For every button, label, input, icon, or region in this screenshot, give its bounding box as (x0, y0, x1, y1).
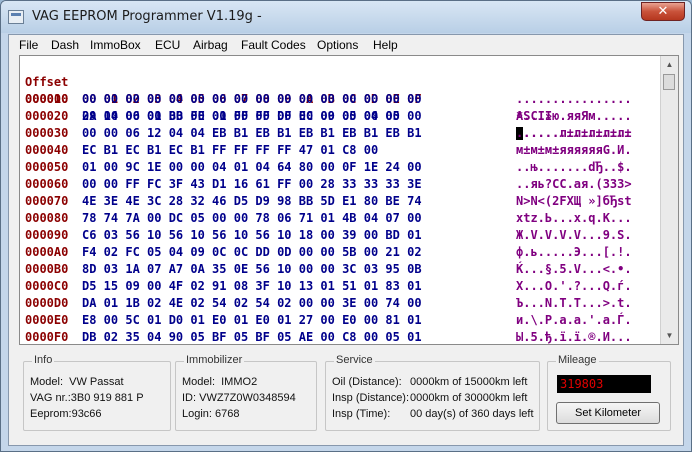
menu-ecu[interactable]: ECU (155, 38, 180, 52)
row-offset: 000020 (25, 109, 69, 123)
row-hex-bytes[interactable]: 78 74 7A 00 DC 05 00 00 78 06 71 01 4B 0… (82, 210, 422, 227)
row-hex-bytes[interactable]: DA 01 1B 02 4E 02 54 02 54 02 00 00 3E 0… (82, 295, 422, 312)
row-offset: 000040 (25, 143, 69, 157)
row-hex-bytes[interactable]: 00 00 FF FC 3F 43 D1 16 61 FF 00 28 33 3… (82, 176, 422, 193)
title-bar[interactable]: VAG EEPROM Programmer V1.19g - ✕ (1, 1, 691, 33)
immo-login: Login: 6768 (182, 408, 240, 420)
row-hex-bytes[interactable]: F4 02 FC 05 04 09 0C 0C DD 0D 00 00 5B 0… (82, 244, 422, 261)
row-ascii[interactable]: м±м±м±яяяяяяG.И. (516, 142, 632, 159)
mileage-display[interactable]: 319803 (557, 375, 651, 393)
row-ascii[interactable]: Ж.V.V.V.V...9.Ѕ. (516, 227, 632, 244)
menu-dash[interactable]: Dash (51, 38, 79, 52)
immobilizer-title: Immobilizer (184, 354, 245, 366)
hex-row[interactable]: 000000 09 00 00 00 00 00 00 00 00 00 00 … (20, 74, 631, 140)
hex-editor[interactable]: Offset 00 01 02 03 04 05 06 07 08 09 0A … (19, 55, 679, 345)
row-offset: 0000A0 (25, 245, 69, 259)
row-hex-bytes[interactable]: DB 02 35 04 90 05 BF 05 BF 05 AE 00 C8 0… (82, 329, 422, 344)
row-ascii[interactable]: Ы.5.ђ.ї.ї.®.И... (516, 329, 632, 344)
menu-immobox[interactable]: ImmoBox (90, 38, 141, 52)
row-ascii[interactable]: Х...O.'.?...Q.ѓ. (516, 278, 632, 295)
row-offset: 0000F0 (25, 330, 69, 344)
app-window: VAG EEPROM Programmer V1.19g - ✕ File Da… (0, 0, 692, 452)
row-ascii[interactable]: ..њ.......dЂ..$. (516, 159, 632, 176)
row-offset: 0000B0 (25, 262, 69, 276)
row-ascii[interactable]: N>N<(2FХЩ »]бЂѕt (516, 193, 632, 210)
row-hex-bytes[interactable]: C6 03 56 10 56 10 56 10 56 10 18 00 39 0… (82, 227, 422, 244)
immobilizer-group: Immobilizer Model: IMMO2 ID: VWZ7Z0W0348… (175, 354, 317, 431)
oil-distance-value: 0000km of 15000km left (410, 376, 528, 388)
info-vag-nr: VAG nr.:3B0 919 881 P (30, 392, 144, 404)
insp-distance-value: 0000km of 30000km left (410, 392, 528, 404)
row-offset: 000070 (25, 194, 69, 208)
set-kilometer-button[interactable]: Set Kilometer (556, 402, 660, 424)
row-offset: 000090 (25, 228, 69, 242)
row-ascii[interactable]: ф.ь.....Э...[.!. (516, 244, 632, 261)
row-hex-bytes[interactable]: D5 15 09 00 4F 02 91 08 3F 10 13 01 51 0… (82, 278, 422, 295)
row-hex-bytes[interactable]: 4E 3E 4E 3C 28 32 46 D5 D9 98 BB 5D E1 8… (82, 193, 422, 210)
menu-help[interactable]: Help (373, 38, 398, 52)
row-offset: 0000E0 (25, 313, 69, 327)
row-offset: 0000C0 (25, 279, 69, 293)
immo-id: ID: VWZ7Z0W0348594 (182, 392, 296, 404)
row-offset: 0000D0 (25, 296, 69, 310)
hex-header-row: Offset 00 01 02 03 04 05 06 07 08 09 0A … (20, 57, 552, 123)
row-ascii[interactable]: ......л±л±л±л±л± (516, 125, 632, 142)
row-hex-bytes[interactable]: 00 00 06 12 04 04 EB B1 EB B1 EB B1 EB B… (82, 125, 422, 142)
row-offset: 000030 (25, 126, 69, 140)
info-model: Model: VW Passat (30, 376, 124, 388)
service-group: Service Oil (Distance): 0000km of 15000k… (325, 354, 540, 431)
row-offset: 000080 (25, 211, 69, 225)
row-ascii[interactable]: Ќ...§.5.V...<.•. (516, 261, 632, 278)
scroll-down-icon[interactable]: ▼ (661, 327, 678, 344)
row-ascii[interactable]: xtz.Ь...x.q.K... (516, 210, 632, 227)
menu-fault-codes[interactable]: Fault Codes (241, 38, 306, 52)
row-ascii[interactable]: и.\.Р.а.а.'.а.Ѓ. (516, 312, 632, 329)
row-hex-bytes[interactable]: 00 00 00 00 00 00 00 00 00 00 00 00 00 0… (82, 91, 422, 108)
client-area: File Dash ImmoBox ECU Airbag Fault Codes… (8, 34, 684, 446)
row-ascii[interactable]: ................ (516, 91, 632, 108)
app-icon (8, 10, 24, 24)
service-title: Service (334, 354, 375, 366)
window-title: VAG EEPROM Programmer V1.19g - (32, 9, 262, 24)
row-ascii[interactable]: ..яь?CС.aя.(333> (516, 176, 632, 193)
close-button[interactable]: ✕ (641, 2, 685, 21)
info-title: Info (32, 354, 55, 366)
close-icon: ✕ (657, 4, 669, 19)
insp-distance-label: Insp (Distance): (332, 392, 410, 404)
row-hex-bytes[interactable]: 2A 14 06 01 BB FE 01 FF FF DF EC 09 05 0… (82, 108, 400, 125)
row-hex-bytes[interactable]: EC B1 EC B1 EC B1 FF FF FF FF 47 01 C8 0… (82, 142, 378, 159)
menu-bar: File Dash ImmoBox ECU Airbag Fault Codes… (9, 35, 683, 55)
mileage-title: Mileage (556, 354, 599, 366)
menu-options[interactable]: Options (317, 38, 358, 52)
immo-model: Model: IMMO2 (182, 376, 258, 388)
info-eeprom: Eeprom:93c66 (30, 408, 102, 420)
row-offset: 000050 (25, 160, 69, 174)
row-hex-bytes[interactable]: E8 00 5C 01 D0 01 E0 01 E0 01 27 00 E0 0… (82, 312, 422, 329)
menu-file[interactable]: File (19, 38, 38, 52)
row-offset: 000060 (25, 177, 69, 191)
insp-time-label: Insp (Time): (332, 408, 391, 420)
row-hex-bytes[interactable]: 8D 03 1A 07 A7 0A 35 0E 56 10 00 00 3C 0… (82, 261, 422, 278)
menu-airbag[interactable]: Airbag (193, 38, 228, 52)
row-offset: 000010 (25, 92, 69, 106)
scroll-thumb[interactable] (663, 74, 675, 90)
vertical-scrollbar[interactable]: ▲ ▼ (660, 56, 678, 344)
row-ascii[interactable]: *...»ю.яяЯм..... (516, 108, 632, 125)
insp-time-value: 00 day(s) of 360 days left (410, 408, 534, 420)
mileage-group: Mileage 319803 Set Kilometer (547, 354, 671, 431)
oil-distance-label: Oil (Distance): (332, 376, 402, 388)
info-group: Info Model: VW Passat VAG nr.:3B0 919 88… (23, 354, 171, 431)
row-ascii[interactable]: Ъ...N.T.T...>.t. (516, 295, 632, 312)
scroll-up-icon[interactable]: ▲ (661, 56, 678, 73)
row-hex-bytes[interactable]: 01 00 9C 1E 00 00 04 01 04 64 80 00 0F 1… (82, 159, 422, 176)
